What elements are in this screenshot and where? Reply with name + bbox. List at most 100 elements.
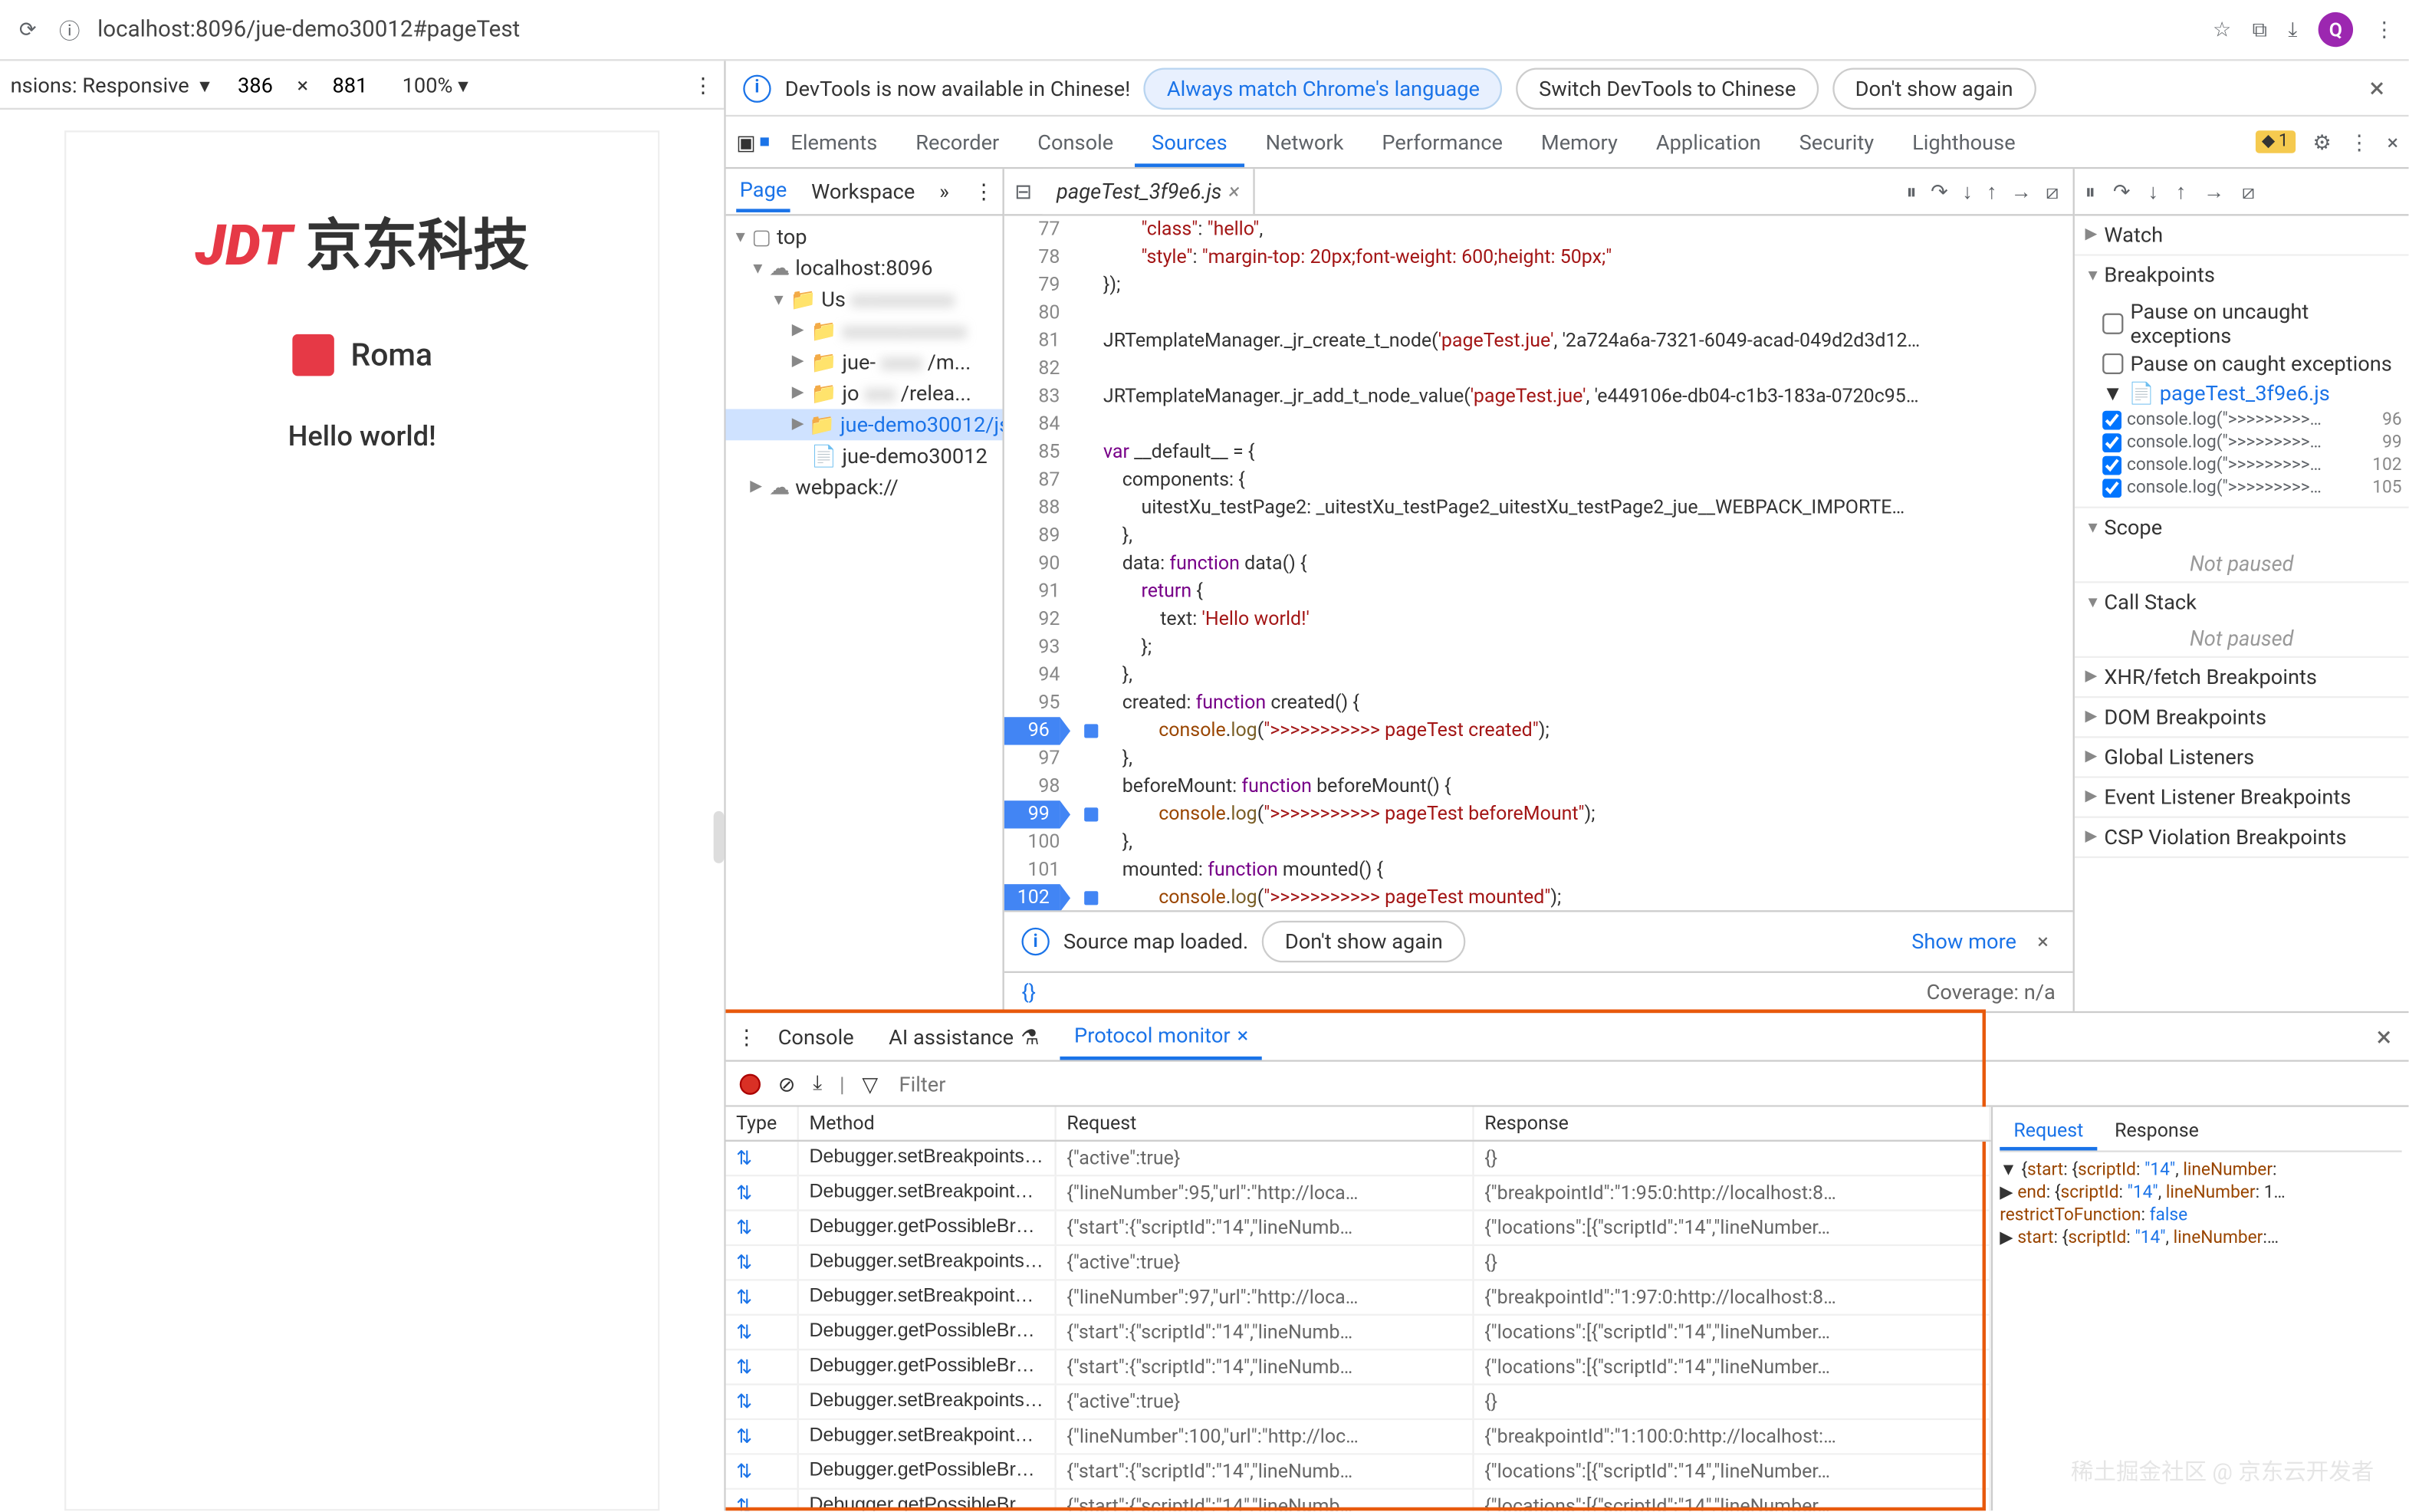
tree-folder[interactable]: ▶📁xxxxxxxxxxxx <box>726 315 1003 347</box>
profile-avatar[interactable]: Q <box>2319 12 2353 47</box>
tab-application[interactable]: Application <box>1638 119 1778 164</box>
protocol-row[interactable]: ⇅Debugger.getPossibleBrea…{"start":{"scr… <box>726 1455 1991 1490</box>
protocol-row[interactable]: ⇅Debugger.setBreakpointsA…{"active":true… <box>726 1142 1991 1176</box>
step-over-icon[interactable]: ↷ <box>2113 179 2131 204</box>
tree-top[interactable]: ▼▢top <box>726 221 1003 252</box>
tree-folder[interactable]: ▼📁Usxxxxxxxxxx <box>726 284 1003 315</box>
protocol-row[interactable]: ⇅Debugger.getPossibleBrea…{"start":{"scr… <box>726 1490 1991 1510</box>
nav-menu-icon[interactable]: ⋮ <box>970 173 997 211</box>
pause-caught-checkbox[interactable]: Pause on caught exceptions <box>2102 350 2401 377</box>
height-input[interactable] <box>315 72 385 97</box>
sources-menu-icon[interactable]: ⊟ <box>1014 179 1032 204</box>
protocol-row[interactable]: ⇅Debugger.setBreakpointBy…{"lineNumber":… <box>726 1420 1991 1454</box>
always-match-button[interactable]: Always match Chrome's language <box>1144 67 1502 108</box>
protocol-row[interactable]: ⇅Debugger.setBreakpointsA…{"active":true… <box>726 1385 1991 1420</box>
global-listeners-section[interactable]: ▶Global Listeners <box>2075 738 2409 776</box>
protocol-row[interactable]: ⇅Debugger.getPossibleBrea…{"start":{"scr… <box>726 1211 1991 1246</box>
col-method[interactable]: Method <box>799 1107 1057 1140</box>
close-srcmap-icon[interactable]: × <box>2030 929 2056 954</box>
device-menu-icon[interactable]: ⋮ <box>692 72 713 97</box>
tab-performance[interactable]: Performance <box>1365 119 1520 164</box>
step-into-icon[interactable]: ↓ <box>1962 179 1973 204</box>
scope-section[interactable]: ▼Scope <box>2075 508 2409 547</box>
file-tab[interactable]: pageTest_3f9e6.js× <box>1043 169 1255 214</box>
pause-icon[interactable]: ⏸ <box>2085 179 2095 205</box>
col-request[interactable]: Request <box>1057 1107 1474 1140</box>
banner-close-icon[interactable]: × <box>2362 71 2391 104</box>
site-info-icon[interactable]: ⓘ <box>56 15 84 43</box>
side-tab-request[interactable]: Request <box>2000 1114 2097 1151</box>
tree-webpack[interactable]: ▶☁webpack:// <box>726 472 1003 503</box>
tree-folder[interactable]: ▶📁joxxx/relea... <box>726 378 1003 409</box>
dont-show-button[interactable]: Don't show again <box>1832 67 2036 108</box>
show-more-link[interactable]: Show more <box>1911 929 2016 954</box>
close-pm-tab-icon[interactable]: × <box>1237 1023 1249 1047</box>
protocol-row[interactable]: ⇅Debugger.setBreakpointBy…{"lineNumber":… <box>726 1177 1991 1211</box>
json-line[interactable]: ▼ {start: {scriptId: "14", lineNumber: <box>2000 1159 2401 1182</box>
breakpoints-section[interactable]: ▼Breakpoints <box>2075 256 2409 294</box>
reload-icon[interactable]: ⟳ <box>14 15 41 43</box>
pretty-print-button[interactable]: {} <box>1021 980 1035 1004</box>
col-type[interactable]: Type <box>726 1107 799 1140</box>
nav-more-icon[interactable]: » <box>936 173 953 211</box>
tree-host[interactable]: ▼☁localhost:8096 <box>726 252 1003 284</box>
step-icon[interactable]: → <box>2011 179 2032 204</box>
tree-file[interactable]: 📄jue-demo30012 <box>726 440 1003 472</box>
extension-icon[interactable]: ⧉ <box>2253 17 2267 43</box>
col-response[interactable]: Response <box>1474 1107 1991 1140</box>
tab-elements[interactable]: Elements <box>774 119 895 164</box>
tree-folder-selected[interactable]: ▶📁jue-demo30012/js <box>726 409 1003 440</box>
menu-icon[interactable]: ⋮ <box>2374 18 2394 42</box>
dom-bp-section[interactable]: ▶DOM Breakpoints <box>2075 698 2409 736</box>
close-tab-icon[interactable]: × <box>1228 179 1239 204</box>
drawer-tab-protocol[interactable]: Protocol monitor × <box>1060 1014 1262 1059</box>
download-icon[interactable]: ⤓ <box>813 1070 822 1096</box>
clear-icon[interactable]: ⊘ <box>778 1071 796 1096</box>
json-line[interactable]: ▶ start: {scriptId: "14", lineNumber:… <box>2000 1227 2401 1250</box>
pause-icon[interactable]: ⏸ <box>1906 179 1917 205</box>
csp-bp-section[interactable]: ▶CSP Violation Breakpoints <box>2075 818 2409 856</box>
settings-icon[interactable]: ⚙ <box>2312 130 2331 154</box>
protocol-row[interactable]: ⇅Debugger.setBreakpointBy…{"lineNumber":… <box>726 1281 1991 1316</box>
side-tab-response[interactable]: Response <box>2101 1114 2213 1151</box>
code-text[interactable]: "class": "hello", "style": "margin-top: … <box>1070 215 2073 910</box>
url-input[interactable] <box>97 17 2199 43</box>
breakpoint-item[interactable]: console.log(">>>>>>>>>…105 <box>2102 477 2401 500</box>
tab-memory[interactable]: Memory <box>1523 119 1635 164</box>
xhr-section[interactable]: ▶XHR/fetch Breakpoints <box>2075 658 2409 696</box>
step-into-icon[interactable]: ↓ <box>2148 179 2158 204</box>
pause-uncaught-checkbox[interactable]: Pause on uncaught exceptions <box>2102 297 2401 350</box>
watch-section[interactable]: ▶Watch <box>2075 215 2409 254</box>
tab-lighthouse[interactable]: Lighthouse <box>1895 119 2033 164</box>
protocol-row[interactable]: ⇅Debugger.getPossibleBrea…{"start":{"scr… <box>726 1316 1991 1350</box>
width-input[interactable] <box>221 72 291 97</box>
drawer-tab-console[interactable]: Console <box>764 1016 868 1057</box>
switch-chinese-button[interactable]: Switch DevTools to Chinese <box>1517 67 1819 108</box>
more-icon[interactable]: ⋮ <box>2349 130 2370 154</box>
tab-recorder[interactable]: Recorder <box>899 119 1017 164</box>
tab-sources[interactable]: Sources <box>1134 119 1244 164</box>
close-devtools-icon[interactable]: × <box>2388 130 2399 154</box>
dont-show-srcmap-button[interactable]: Don't show again <box>1262 921 1465 962</box>
breakpoint-item[interactable]: console.log(">>>>>>>>>…96 <box>2102 409 2401 432</box>
filter-input[interactable] <box>896 1068 1174 1099</box>
step-icon[interactable]: → <box>2204 179 2224 204</box>
json-line[interactable]: restrictToFunction: false <box>2000 1205 2401 1228</box>
deactivate-bp-icon[interactable]: ⧄ <box>2046 179 2059 205</box>
inspect-icon[interactable]: ▣ <box>736 130 756 154</box>
drawer-tab-ai[interactable]: AI assistance ⚗ <box>875 1016 1053 1057</box>
protocol-row[interactable]: ⇅Debugger.setBreakpointsA…{"active":true… <box>726 1246 1991 1280</box>
drawer-close-icon[interactable]: × <box>2369 1020 2398 1053</box>
issues-badge[interactable]: ◆ 1 <box>2255 130 2296 153</box>
drawer-menu-icon[interactable]: ⋮ <box>736 1024 757 1049</box>
deactivate-bp-icon[interactable]: ⧄ <box>2242 179 2255 205</box>
dimensions-label[interactable]: nsions: Responsive <box>11 72 189 97</box>
tab-security[interactable]: Security <box>1782 119 1891 164</box>
json-line[interactable]: ▶ end: {scriptId: "14", lineNumber: 1… <box>2000 1182 2401 1205</box>
tab-console[interactable]: Console <box>1020 119 1131 164</box>
tab-network[interactable]: Network <box>1248 119 1361 164</box>
step-over-icon[interactable]: ↷ <box>1931 179 1948 204</box>
device-toggle-icon[interactable]: ⏹ <box>760 129 771 155</box>
step-out-icon[interactable]: ↑ <box>1987 179 1997 204</box>
download-icon[interactable]: ⤓ <box>2288 17 2297 43</box>
